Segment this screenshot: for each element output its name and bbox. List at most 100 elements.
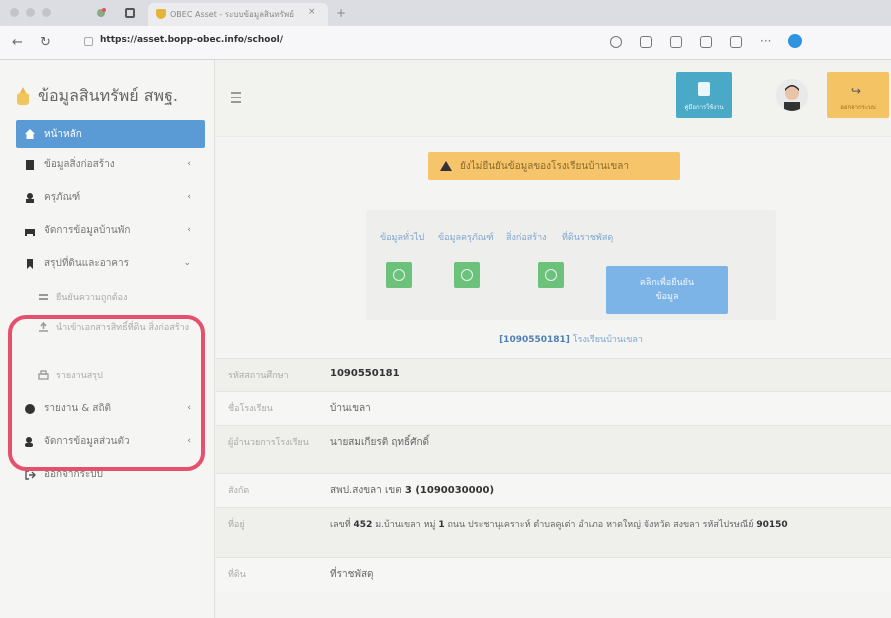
brand[interactable]: ข้อมูลสินทรัพย์ สพฐ. <box>14 82 178 110</box>
sidebar-menu: หน้าหลัก ข้อมูลสิ่งก่อสร้าง ‹ ครุภัณฑ์ ‹… <box>16 120 205 491</box>
sidebar-item-buildings[interactable]: ข้อมูลสิ่งก่อสร้าง ‹ <box>16 148 205 181</box>
school-id-line: [1090550181] โรงเรียนบ้านเขลา <box>366 332 776 346</box>
tab-actions-icon[interactable] <box>125 8 135 18</box>
new-tab-button[interactable]: + <box>336 6 346 20</box>
sidebar-item-reports[interactable]: รายงาน & สถิติ ‹ <box>16 392 205 425</box>
bookmark-icon <box>27 258 33 269</box>
chevron-left-icon: ‹ <box>187 225 191 235</box>
status-label-general: ข้อมูลทั่วไป <box>380 233 425 243</box>
equipment-verified-button[interactable] <box>454 262 480 288</box>
sidebar-item-label: ครุภัณฑ์ <box>44 192 81 203</box>
general-verified-button[interactable] <box>386 262 412 288</box>
table-row: ผู้อำนวยการโรงเรียน นายสมเกียรติ ฤทธิ์ศั… <box>216 425 891 474</box>
sidebar-item-summary[interactable]: สรุปที่ดินและอาคาร ⌄ <box>16 247 205 280</box>
tab-title: OBEC Asset - ระบบข้อมูลสินทรัพย์ <box>170 10 294 19</box>
sidebar-item-label: ข้อมูลสิ่งก่อสร้าง <box>44 159 115 170</box>
main-content: คู่มือการใช้งาน ↪ ออกจากระบบ ยังไม่ยืนยั… <box>216 60 891 618</box>
school-code: [1090550181] <box>499 335 570 345</box>
sidebar-subitem-label: นำเข้าเอกสารสิทธิ์ที่ดิน สิ่งก่อสร้าง <box>56 323 190 333</box>
alert-text: ยังไม่ยืนยันข้อมูลของโรงเรียนบ้านเขลา <box>460 160 629 172</box>
lock-icon <box>84 37 93 46</box>
status-label-land: ที่ดินราชพัสดุ <box>562 233 614 243</box>
globe-icon <box>25 403 35 414</box>
school-info-table: รหัสสถานศึกษา 1090550181 ชื่อโรงเรียน บ้… <box>216 358 891 591</box>
manual-button[interactable]: คู่มือการใช้งาน <box>676 72 732 118</box>
home-icon <box>25 129 35 139</box>
window-controls[interactable] <box>10 8 51 17</box>
book-icon <box>698 82 710 96</box>
chevron-left-icon: ‹ <box>187 192 191 202</box>
extension-icon[interactable] <box>95 7 107 19</box>
user-avatar-icon <box>784 85 800 111</box>
sidebar-subitem-import[interactable]: นำเข้าเอกสารสิทธิ์ที่ดิน สิ่งก่อสร้าง <box>16 314 205 358</box>
check-circle-icon <box>545 269 557 281</box>
sidebar-item-label: จัดการข้อมูลบ้านพัก <box>44 225 131 236</box>
url-field[interactable]: https://asset.bopp-obec.info/school/ <box>84 31 554 53</box>
row-value: ที่ราชพัสดุ <box>320 557 891 591</box>
status-label-buildings: สิ่งก่อสร้าง <box>506 233 547 243</box>
equipment-icon <box>26 192 34 203</box>
reader-icon[interactable] <box>640 36 652 48</box>
reload-icon[interactable]: ↻ <box>40 35 51 50</box>
address-bar-row: ← ↻ https://asset.bopp-obec.info/school/… <box>0 26 891 60</box>
row-value: 1090550181 <box>320 358 891 392</box>
row-value: สพป.สงขลา เขต 3 (1090030000) <box>320 473 891 508</box>
more-icon[interactable]: ··· <box>760 34 771 48</box>
table-row: ชื่อโรงเรียน บ้านเขลา <box>216 391 891 426</box>
chevron-left-icon: ‹ <box>187 436 191 446</box>
sidebar-item-housing[interactable]: จัดการข้อมูลบ้านพัก ‹ <box>16 214 205 247</box>
building-icon <box>26 159 34 170</box>
sidebar-subitem-label: ยืนยันความถูกต้อง <box>56 293 128 303</box>
collections-icon[interactable] <box>700 36 712 48</box>
sidebar-subitem-label: รายงานสรุป <box>56 371 103 381</box>
row-value: บ้านเขลา <box>320 391 891 426</box>
school-name: โรงเรียนบ้านเขลา <box>572 335 643 345</box>
row-key: ที่อยู่ <box>216 507 320 558</box>
check-circle-icon <box>393 269 405 281</box>
g-icon[interactable] <box>610 36 622 48</box>
tab-close-button[interactable]: × <box>308 7 316 17</box>
row-value: นายสมเกียรติ ฤทธิ์ศักดิ์ <box>320 425 891 474</box>
manual-label: คู่มือการใช้งาน <box>684 104 724 111</box>
chevron-left-icon: ‹ <box>187 403 191 413</box>
confirm-line1: คลิกเพื่อยืนยัน <box>639 278 695 288</box>
avatar[interactable] <box>776 79 808 111</box>
logout-icon: ↪ <box>851 84 862 98</box>
sidebar-item-logout[interactable]: ออกจากระบบ <box>16 458 205 491</box>
browser-tab-bar: OBEC Asset - ระบบข้อมูลสินทรัพย์ × + <box>0 0 891 26</box>
copilot-icon[interactable] <box>788 34 802 48</box>
upload-icon <box>39 322 48 332</box>
row-value: เลขที่ 452 ม.บ้านเขลา หมู่ 1 ถนน ประชานุ… <box>320 507 891 558</box>
sidebar-item-label: สรุปที่ดินและอาคาร <box>44 258 129 269</box>
favicon-icon <box>156 9 166 19</box>
sidebar-item-home[interactable]: หน้าหลัก <box>16 120 205 148</box>
buildings-verified-button[interactable] <box>538 262 564 288</box>
brand-logo-icon <box>17 87 29 105</box>
favorite-icon[interactable] <box>670 36 682 48</box>
table-row: ที่ดิน ที่ราชพัสดุ <box>216 557 891 591</box>
sidebar-item-equipment[interactable]: ครุภัณฑ์ ‹ <box>16 181 205 214</box>
browser-tab[interactable]: OBEC Asset - ระบบข้อมูลสินทรัพย์ × <box>148 3 328 26</box>
user-edit-icon <box>25 436 33 447</box>
print-icon <box>38 369 49 380</box>
warning-icon <box>440 161 452 171</box>
chevron-down-icon: ⌄ <box>183 258 191 268</box>
sidebar-subitem-report[interactable]: รายงานสรุป <box>16 358 205 392</box>
row-key: สังกัด <box>216 473 320 508</box>
logout-button[interactable]: ↪ ออกจากระบบ <box>827 72 889 118</box>
sidebar-subitem-verify[interactable]: ยืนยันความถูกต้อง <box>16 280 205 314</box>
share-icon[interactable] <box>730 36 742 48</box>
table-row: รหัสสถานศึกษา 1090550181 <box>216 358 891 392</box>
status-alert: ยังไม่ยืนยันข้อมูลของโรงเรียนบ้านเขลา <box>428 152 680 180</box>
verification-status-box: ข้อมูลทั่วไป ข้อมูลครุภัณฑ์ สิ่งก่อสร้าง… <box>366 210 776 320</box>
chevron-left-icon: ‹ <box>187 159 191 169</box>
sidebar-item-profile[interactable]: จัดการข้อมูลส่วนตัว ‹ <box>16 425 205 458</box>
menu-toggle-icon[interactable] <box>231 92 241 106</box>
row-key: ชื่อโรงเรียน <box>216 391 320 426</box>
row-key: รหัสสถานศึกษา <box>216 358 320 392</box>
sidebar-item-label: ออกจากระบบ <box>44 469 104 480</box>
back-arrow-icon[interactable]: ← <box>12 35 23 50</box>
confirm-data-button[interactable]: คลิกเพื่อยืนยัน ข้อมูล <box>606 266 728 314</box>
logout-label: ออกจากระบบ <box>840 104 876 111</box>
brand-name: ข้อมูลสินทรัพย์ สพฐ. <box>38 85 178 105</box>
